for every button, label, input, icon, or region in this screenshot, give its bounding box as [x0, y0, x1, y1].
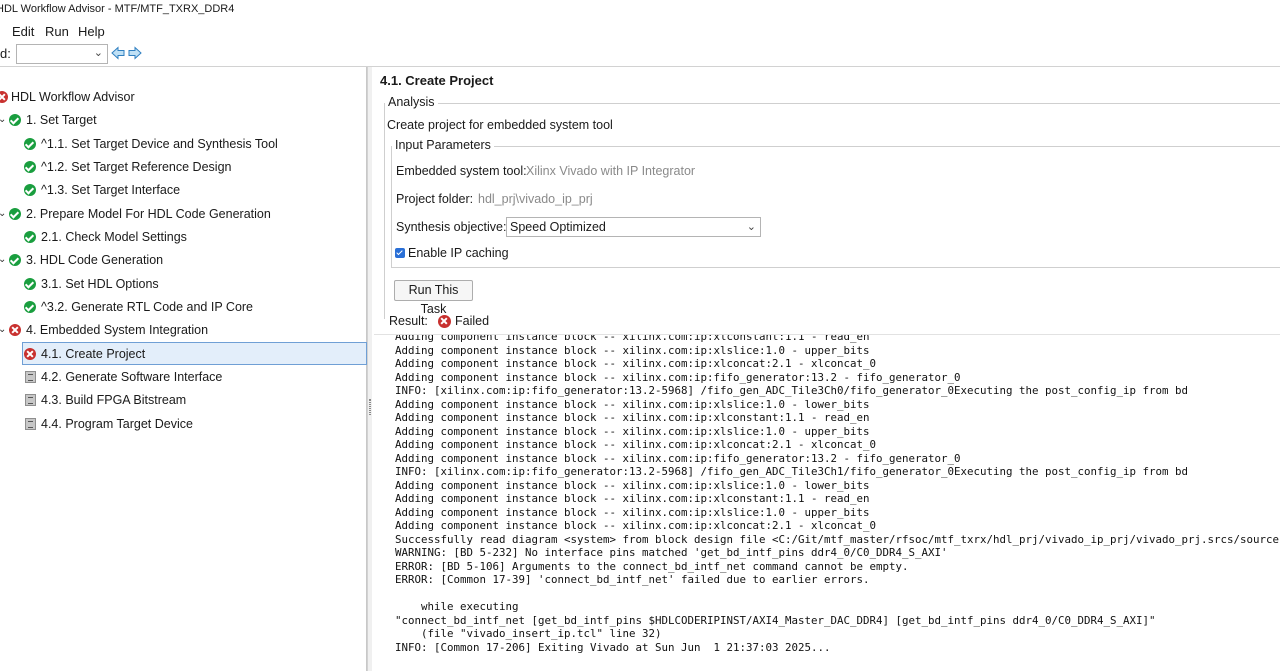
log-line: Adding component instance block -- xilin…: [395, 334, 870, 343]
log-line: Adding component instance block -- xilin…: [395, 370, 961, 384]
analysis-group-border-left: [384, 103, 385, 319]
log-line: (file "vivado_insert_ip.tcl" line 32): [395, 627, 662, 640]
green-check-icon: [24, 301, 36, 313]
menu-run[interactable]: Run: [45, 24, 69, 39]
green-check-icon: [24, 138, 36, 150]
expand-caret-icon[interactable]: ⌄: [0, 249, 6, 271]
splitter-grip-icon[interactable]: [369, 399, 371, 415]
embedded-tool-label: Embedded system tool:: [396, 164, 527, 178]
input-params-group-border-left: [391, 146, 392, 267]
tree-node-label: 1. Set Target: [26, 113, 97, 127]
project-folder-label: Project folder:: [396, 192, 474, 206]
tree-node-label: 2. Prepare Model For HDL Code Generation: [26, 207, 271, 221]
input-params-group-border-bottom: [391, 267, 1280, 268]
run-this-task-button[interactable]: Run This Task: [394, 280, 473, 316]
log-line: Adding component instance block -- xilin…: [395, 397, 870, 411]
tree-node-label: 3.1. Set HDL Options: [41, 277, 159, 291]
log-line: Adding component instance block -- xilin…: [395, 492, 870, 505]
input-params-group-border: [494, 146, 1280, 147]
back-arrow-icon[interactable]: [111, 46, 125, 60]
analysis-group-border: [438, 103, 1280, 104]
red-x-icon: [9, 324, 21, 336]
green-check-icon: [9, 208, 21, 220]
task-page-icon: [25, 371, 36, 383]
log-line: Adding component instance block -- xilin…: [395, 343, 870, 357]
log-line: Adding component instance block -- xilin…: [395, 411, 870, 424]
tree-node-label: 4.4. Program Target Device: [41, 417, 193, 431]
log-line: Adding component instance block -- xilin…: [395, 424, 870, 438]
menu-bar: Edit Run Help: [0, 21, 1280, 43]
tree-node-label: ^3.2. Generate RTL Code and IP Core: [41, 300, 254, 314]
ip-caching-label[interactable]: Enable IP caching: [408, 246, 509, 260]
chevron-down-icon: ⌄: [746, 221, 756, 233]
forward-arrow-icon[interactable]: [128, 46, 142, 60]
project-folder-value: hdl_prj\vivado_ip_prj: [478, 192, 593, 206]
log-line: while executing: [395, 600, 519, 613]
log-line: "connect_bd_intf_net [get_bd_intf_pins $…: [395, 613, 1156, 627]
expand-caret-icon[interactable]: ⌄: [0, 109, 6, 131]
tree-node-label: 3. HDL Code Generation: [26, 253, 164, 267]
task-description: Create project for embedded system tool: [387, 118, 613, 132]
result-log-output[interactable]: Adding component instance block -- xilin…: [374, 334, 1280, 671]
log-line: INFO: [xilinx.com:ip:fifo_generator:13.2…: [395, 465, 1189, 478]
menu-help[interactable]: Help: [78, 24, 105, 39]
log-line: Adding component instance block -- xilin…: [395, 519, 877, 532]
log-line: Successfully read diagram <system> from …: [395, 532, 1280, 546]
green-check-icon: [24, 184, 36, 196]
log-line: INFO: [xilinx.com:ip:fifo_generator:13.2…: [395, 384, 1189, 397]
red-x-icon: [24, 348, 36, 360]
synthesis-objective-label: Synthesis objective:: [396, 220, 507, 234]
task-page-icon: [25, 394, 36, 406]
ip-caching-checkbox[interactable]: [395, 248, 405, 258]
log-line: INFO: [Common 17-206] Exiting Vivado at …: [395, 640, 831, 654]
tree-node-label: ^1.3. Set Target Interface: [41, 183, 181, 197]
green-check-icon: [24, 161, 36, 173]
tree-node-label: 4.3. Build FPGA Bitstream: [41, 393, 187, 407]
tree-node-label: 4.1. Create Project: [41, 347, 146, 361]
tree-node-label: ^1.2. Set Target Reference Design: [41, 160, 232, 174]
expand-caret-icon[interactable]: ⌄: [0, 319, 6, 341]
log-line: Adding component instance block -- xilin…: [395, 438, 877, 451]
tree-node-label: 4. Embedded System Integration: [26, 323, 209, 337]
synthesis-objective-value: Speed Optimized: [510, 220, 606, 234]
green-check-icon: [24, 231, 36, 243]
log-line: Adding component instance block -- xilin…: [395, 451, 961, 465]
task-page-icon: [25, 418, 36, 430]
tree-node-label: HDL Workflow Advisor: [11, 90, 135, 104]
find-toolbar: d: ⌄: [0, 43, 1280, 65]
hdl-workflow-advisor-window: HDL Workflow Advisor - MTF/MTF_TXRX_DDR4…: [0, 0, 1280, 671]
embedded-tool-value: Xilinx Vivado with IP Integrator: [526, 164, 696, 178]
green-check-icon: [9, 254, 21, 266]
chevron-down-icon: ⌄: [93, 47, 103, 59]
tree-node-label: 2.1. Check Model Settings: [41, 230, 187, 244]
result-value: Failed: [455, 314, 490, 328]
input-params-group-label: Input Parameters: [395, 138, 491, 152]
log-line: ERROR: [BD 5-106] Arguments to the conne…: [395, 559, 909, 573]
find-label: d:: [0, 46, 11, 61]
green-check-icon: [24, 278, 36, 290]
tree-node-label: 4.2. Generate Software Interface: [41, 370, 223, 384]
task-detail-pane: 4.1. Create Project Analysis Create proj…: [372, 67, 1280, 671]
log-line: Adding component instance block -- xilin…: [395, 505, 870, 519]
log-line: Adding component instance block -- xilin…: [395, 357, 877, 370]
task-title: 4.1. Create Project: [380, 73, 494, 88]
window-titlebar: HDL Workflow Advisor - MTF/MTF_TXRX_DDR4: [0, 0, 1280, 20]
tree-node-label: ^1.1. Set Target Device and Synthesis To…: [41, 137, 278, 151]
log-line: ERROR: [Common 17-39] 'connect_bd_intf_n…: [395, 573, 870, 586]
menu-edit[interactable]: Edit: [12, 24, 34, 39]
result-label: Result:: [389, 314, 428, 328]
expand-caret-icon[interactable]: ⌄: [0, 203, 6, 225]
window-title: HDL Workflow Advisor - MTF/MTF_TXRX_DDR4: [0, 3, 235, 15]
log-line: WARNING: [BD 5-232] No interface pins ma…: [395, 546, 948, 559]
green-check-icon: [9, 114, 21, 126]
synthesis-objective-dropdown[interactable]: Speed Optimized ⌄: [506, 217, 761, 237]
find-dropdown[interactable]: ⌄: [16, 44, 108, 64]
red-x-icon: [438, 315, 451, 328]
log-line: Adding component instance block -- xilin…: [395, 478, 870, 492]
analysis-group-label: Analysis: [388, 95, 435, 109]
